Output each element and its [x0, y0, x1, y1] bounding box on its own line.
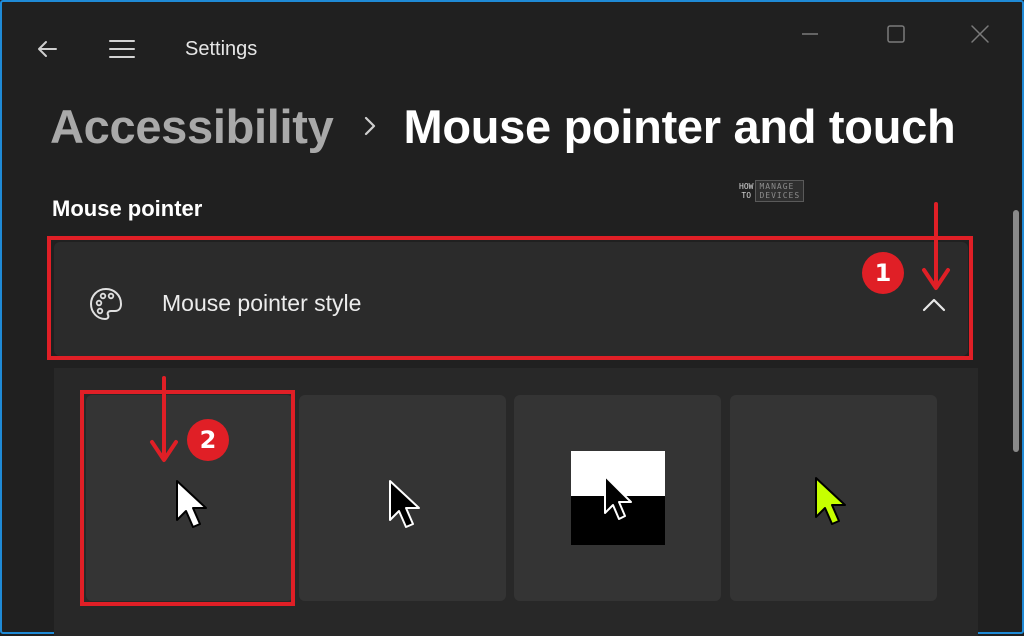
annotation-badge-2: 2	[187, 419, 229, 461]
back-button[interactable]	[30, 32, 64, 66]
pointer-style-black-option[interactable]	[299, 395, 506, 601]
hamburger-menu-icon	[109, 40, 135, 58]
page-title: Mouse pointer and touch	[403, 99, 956, 153]
minimize-icon	[802, 33, 818, 35]
watermark-line: MANAGE	[759, 182, 795, 191]
annotation-highlight-white-pointer	[80, 390, 295, 606]
title-bar: Settings	[2, 2, 1024, 82]
pointer-style-custom-option[interactable]	[730, 395, 937, 601]
maximize-button[interactable]	[874, 20, 918, 48]
watermark-right: MANAGE DEVICES	[755, 180, 805, 202]
app-title: Settings	[185, 38, 258, 60]
maximize-icon	[887, 25, 905, 43]
lime-cursor-icon	[814, 477, 846, 525]
chevron-right-icon	[363, 114, 377, 138]
watermark-line: HOW	[739, 182, 754, 191]
watermark-line: TO	[741, 191, 752, 200]
breadcrumb: Accessibility Mouse pointer and touch	[50, 94, 956, 158]
back-arrow-icon	[38, 41, 57, 57]
close-button[interactable]	[958, 20, 1002, 48]
minimize-button[interactable]	[788, 20, 832, 48]
annotation-arrow-icon	[922, 202, 950, 290]
section-heading-mouse-pointer: Mouse pointer	[52, 196, 203, 221]
close-icon	[971, 25, 989, 43]
vertical-scrollbar-thumb[interactable]	[1013, 210, 1019, 452]
inverted-cursor-preview	[571, 451, 665, 545]
black-cursor-icon	[388, 480, 420, 528]
watermark-left: HOW TO	[739, 182, 753, 200]
annotation-highlight-expander	[47, 236, 973, 360]
breadcrumb-parent-link[interactable]: Accessibility	[50, 99, 334, 154]
navigation-menu-button[interactable]	[104, 32, 140, 66]
watermark-line: DEVICES	[759, 191, 801, 200]
site-watermark-logo: HOW TO MANAGE DEVICES	[739, 180, 805, 202]
annotation-badge-1: 1	[862, 252, 904, 294]
settings-window: Settings Accessibility Mouse pointer and…	[0, 0, 1024, 636]
annotation-arrow-icon	[150, 376, 178, 462]
